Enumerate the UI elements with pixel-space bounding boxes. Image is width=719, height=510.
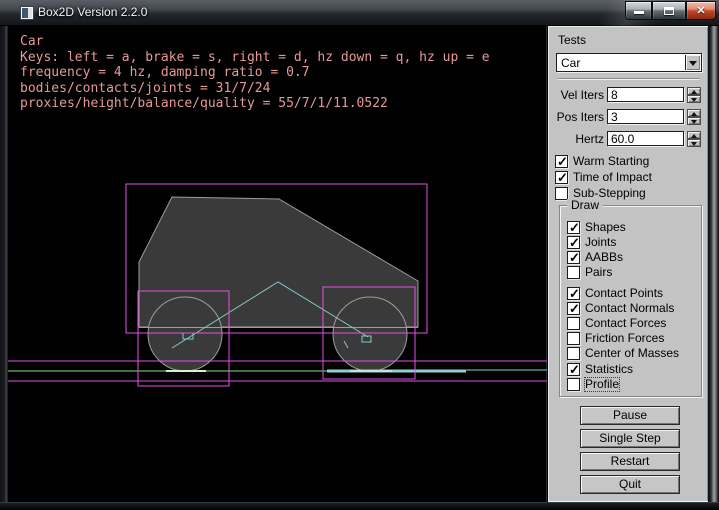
tests-dropdown[interactable]: Car <box>556 53 702 72</box>
tests-dropdown-value: Car <box>561 56 580 70</box>
checkbox-time-of-impact[interactable]: ✓ <box>555 171 568 184</box>
vel-iters-label: Vel Iters <box>548 89 604 102</box>
window-border-right <box>708 26 719 502</box>
arrow-down-icon <box>691 98 697 102</box>
frequency-text: frequency = 4 hz, damping ratio = 0.7 <box>20 66 310 79</box>
window-title: Box2D Version 2.2.0 <box>38 0 147 26</box>
joints-label[interactable]: Joints <box>585 236 616 249</box>
maximize-button[interactable] <box>652 1 686 20</box>
check-icon: ✓ <box>569 301 580 317</box>
statistics-label[interactable]: Statistics <box>585 363 633 376</box>
pause-button[interactable]: Pause <box>580 406 680 425</box>
spinner-up-button[interactable] <box>687 131 701 139</box>
keys-help-text: Keys: left = a, brake = s, right = d, hz… <box>20 51 490 64</box>
checkbox-statistics[interactable]: ✓ <box>567 363 580 376</box>
draw-group-title: Draw <box>567 199 603 211</box>
contact-forces-label[interactable]: Contact Forces <box>585 317 666 330</box>
spinner-down-button[interactable] <box>687 117 701 125</box>
checkbox-friction-forces[interactable] <box>567 332 580 345</box>
right-wheel-shape <box>333 297 407 371</box>
check-icon: ✓ <box>569 286 580 302</box>
spinner-down-button[interactable] <box>687 139 701 147</box>
app-icon <box>20 6 34 20</box>
check-icon: ✓ <box>557 170 568 186</box>
pairs-label[interactable]: Pairs <box>585 266 612 279</box>
check-icon: ✓ <box>569 235 580 251</box>
control-panel: Tests Car Vel Iters Pos Iters Hertz ✓ <box>548 26 708 502</box>
close-icon: ✕ <box>687 4 715 17</box>
checkbox-aabbs[interactable]: ✓ <box>567 251 580 264</box>
window-border-bottom <box>0 502 719 510</box>
box2d-window: Box2D Version 2.2.0 ✕ <box>0 0 719 510</box>
window-border-left <box>0 26 8 502</box>
close-button[interactable]: ✕ <box>686 1 716 20</box>
restore-icon <box>664 7 674 15</box>
vel-iters-spinner <box>687 87 701 103</box>
arrow-up-icon <box>691 112 697 116</box>
friction-forces-label[interactable]: Friction Forces <box>585 332 664 345</box>
checkbox-contact-points[interactable]: ✓ <box>567 287 580 300</box>
center-of-masses-label[interactable]: Center of Masses <box>585 347 679 360</box>
single-step-button[interactable]: Single Step <box>580 429 680 448</box>
bodies-stats: bodies/contacts/joints = 31/7/24 <box>20 82 270 95</box>
checkbox-warm-starting[interactable]: ✓ <box>555 155 568 168</box>
test-title: Car <box>20 35 43 48</box>
arrow-down-icon <box>691 120 697 124</box>
tests-dropdown-button[interactable] <box>685 55 700 70</box>
profile-label[interactable]: Profile <box>585 378 619 391</box>
tests-label: Tests <box>558 34 586 47</box>
warm-starting-label[interactable]: Warm Starting <box>573 155 649 168</box>
checkbox-pairs[interactable] <box>567 266 580 279</box>
check-icon: ✓ <box>557 154 568 170</box>
pos-iters-label: Pos Iters <box>548 111 604 124</box>
contact-normals-label[interactable]: Contact Normals <box>585 302 674 315</box>
chevron-down-icon <box>689 61 697 66</box>
spinner-up-button[interactable] <box>687 87 701 95</box>
spinner-up-button[interactable] <box>687 109 701 117</box>
left-wheel-shape <box>148 297 222 371</box>
contact-points-label[interactable]: Contact Points <box>585 287 663 300</box>
restart-button[interactable]: Restart <box>580 452 680 471</box>
hertz-spinner <box>687 131 701 147</box>
minimize-button[interactable] <box>625 1 652 20</box>
pos-iters-input[interactable] <box>607 109 684 124</box>
hertz-label: Hertz <box>548 133 604 146</box>
check-icon: ✓ <box>569 250 580 266</box>
hertz-input[interactable] <box>607 131 684 146</box>
vel-iters-input[interactable] <box>607 87 684 102</box>
proxies-stats: proxies/height/balance/quality = 55/7/1/… <box>20 97 388 110</box>
checkbox-center-of-masses[interactable] <box>567 347 580 360</box>
pos-iters-spinner <box>687 109 701 125</box>
titlebar[interactable]: Box2D Version 2.2.0 ✕ <box>0 0 719 26</box>
arrow-up-icon <box>691 90 697 94</box>
arrow-down-icon <box>691 142 697 146</box>
time-of-impact-label[interactable]: Time of Impact <box>573 171 652 184</box>
checkbox-profile[interactable] <box>567 378 580 391</box>
check-icon: ✓ <box>569 362 580 378</box>
checkbox-joints[interactable]: ✓ <box>567 236 580 249</box>
checkbox-shapes[interactable]: ✓ <box>567 221 580 234</box>
check-icon: ✓ <box>569 220 580 236</box>
checkbox-contact-forces[interactable] <box>567 317 580 330</box>
shapes-label[interactable]: Shapes <box>585 221 626 234</box>
checkbox-contact-normals[interactable]: ✓ <box>567 302 580 315</box>
arrow-up-icon <box>691 134 697 138</box>
separator <box>558 78 700 80</box>
quit-button[interactable]: Quit <box>580 475 680 494</box>
spinner-down-button[interactable] <box>687 95 701 103</box>
simulation-canvas[interactable]: Car Keys: left = a, brake = s, right = d… <box>8 26 547 502</box>
minimize-icon <box>634 11 644 14</box>
aabbs-label[interactable]: AABBs <box>585 251 623 264</box>
